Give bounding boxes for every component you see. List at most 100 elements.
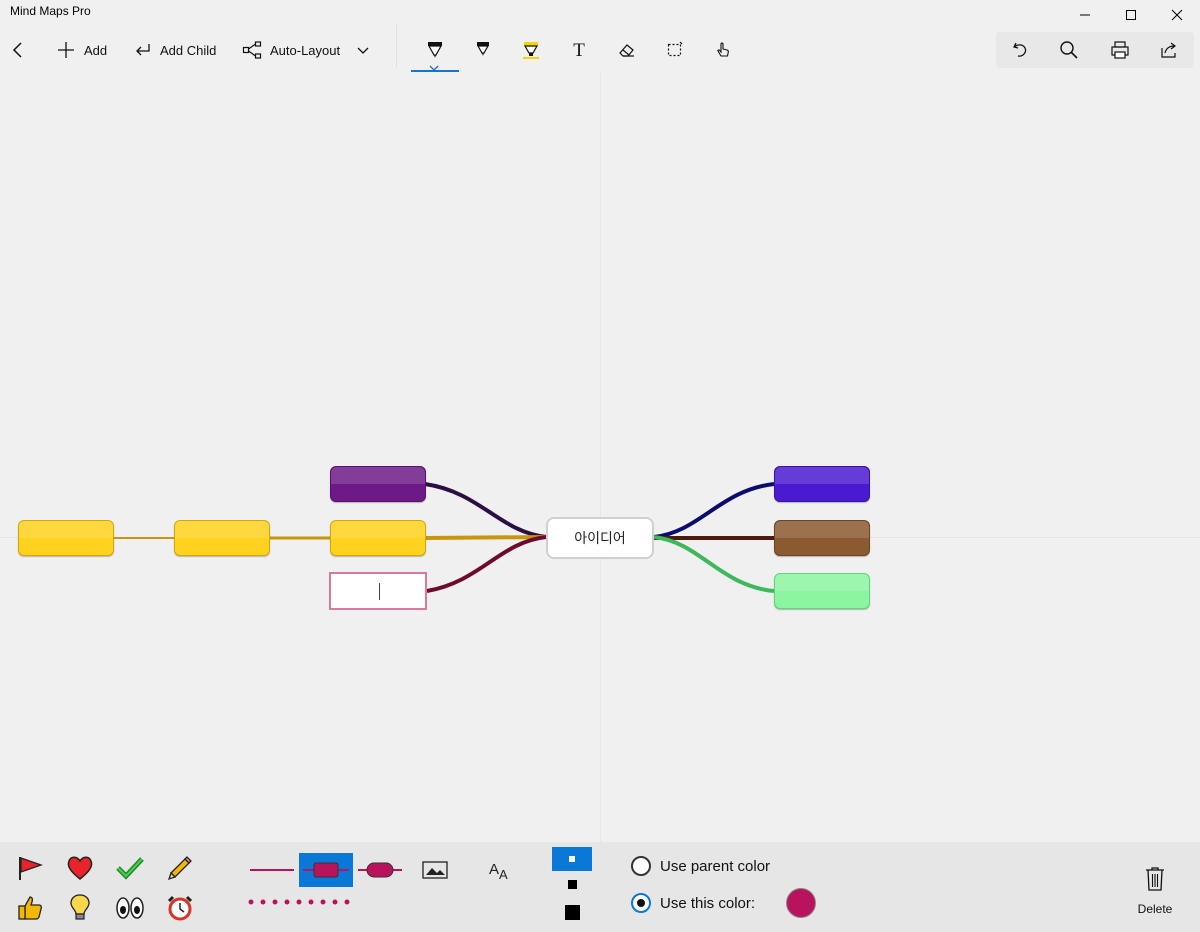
share-icon — [1161, 42, 1176, 58]
size-medium-square — [567, 879, 577, 889]
link-right-top — [653, 482, 775, 539]
dotted-line-icon — [248, 899, 350, 905]
delete-button[interactable]: Delete — [1132, 866, 1178, 922]
topic-node-left-purple[interactable] — [330, 466, 426, 502]
highlighter-icon — [523, 42, 539, 59]
rounded-box-line-icon — [358, 862, 402, 878]
auto-layout-button[interactable]: Auto-Layout — [242, 34, 340, 66]
pencil-tool-icon — [476, 42, 490, 56]
line-style-dotted[interactable] — [246, 898, 356, 906]
lightbulb-sticker[interactable] — [64, 892, 96, 924]
lasso-select-tool[interactable] — [651, 34, 699, 66]
eraser-icon — [619, 44, 634, 57]
subtopic-node-yellow-2[interactable] — [18, 520, 114, 556]
image-icon — [422, 861, 448, 879]
back-arrow-icon — [12, 42, 22, 58]
link-left-top — [424, 482, 547, 539]
check-icon — [116, 857, 144, 880]
pencil-sticker[interactable] — [164, 852, 196, 884]
size-small[interactable] — [552, 847, 592, 871]
use-this-color-radio[interactable] — [631, 893, 651, 913]
heart-icon — [67, 856, 93, 880]
svg-text:A: A — [489, 861, 499, 878]
thumbs-up-icon — [18, 896, 43, 920]
lightbulb-icon — [70, 894, 90, 920]
trash-icon — [1146, 867, 1164, 891]
heart-sticker[interactable] — [64, 852, 96, 884]
mind-map-canvas[interactable]: 아이디어 — [0, 72, 1200, 842]
topic-node-right-indigo[interactable] — [774, 466, 870, 502]
auto-layout-dropdown[interactable] — [356, 34, 374, 66]
search-icon — [1060, 41, 1078, 59]
app-title: Mind Maps Pro — [10, 4, 91, 18]
share-button[interactable] — [1147, 34, 1191, 66]
svg-text:T: T — [573, 40, 585, 60]
search-button[interactable] — [1047, 34, 1091, 66]
topic-node-right-brown[interactable] — [774, 520, 870, 556]
size-large-square — [564, 904, 580, 920]
check-sticker[interactable] — [114, 852, 146, 884]
topic-node-editing[interactable] — [329, 572, 427, 610]
link-right-bottom — [653, 535, 775, 593]
size-medium[interactable] — [552, 874, 592, 894]
topic-node-right-green[interactable] — [774, 573, 870, 609]
subtopic-node-yellow-1[interactable] — [174, 520, 270, 556]
rect-box-line-icon — [303, 862, 349, 878]
insert-image-button[interactable] — [420, 856, 450, 884]
color-picker-swatch[interactable] — [786, 888, 816, 918]
add-child-button[interactable]: Add Child — [134, 34, 216, 66]
auto-layout-icon — [242, 41, 262, 59]
size-large[interactable] — [552, 900, 592, 924]
auto-layout-label: Auto-Layout — [270, 42, 341, 58]
touch-hand-icon — [717, 42, 729, 57]
text-caret — [379, 583, 380, 600]
line-style-plain[interactable] — [250, 860, 294, 880]
connector-lines — [113, 482, 775, 593]
alarm-clock-sticker[interactable] — [164, 892, 196, 924]
use-parent-color-option[interactable]: Use parent color — [631, 854, 770, 878]
lasso-select-icon — [667, 41, 683, 57]
undo-icon — [1013, 42, 1027, 57]
title-bar: Mind Maps Pro — [0, 0, 1200, 30]
plus-icon — [58, 42, 74, 58]
font-button[interactable]: A A — [484, 856, 516, 884]
size-small-square — [569, 856, 575, 862]
delete-label: Delete — [1137, 902, 1173, 916]
text-icon: T — [573, 40, 585, 60]
close-button[interactable] — [1154, 0, 1200, 30]
central-topic-node[interactable]: 아이디어 — [546, 517, 654, 559]
pencil-icon — [167, 856, 192, 881]
thumbs-up-sticker[interactable] — [14, 892, 46, 924]
add-label: Add — [84, 42, 108, 58]
print-icon — [1111, 41, 1129, 59]
link-left-middle — [424, 535, 547, 540]
action-group — [996, 32, 1194, 68]
flag-sticker[interactable] — [14, 852, 46, 884]
eyes-icon — [116, 897, 144, 919]
add-button[interactable]: Add — [56, 34, 107, 66]
pencil-tool[interactable] — [459, 34, 507, 66]
touch-writing-tool[interactable] — [699, 34, 747, 66]
minimize-button[interactable] — [1062, 0, 1108, 30]
eyes-sticker[interactable] — [114, 892, 146, 924]
ballpoint-pen-icon — [427, 42, 443, 58]
use-parent-color-radio[interactable] — [631, 856, 651, 876]
app-window: Mind Maps Pro Add Add Child Auto-Layout … — [0, 0, 1200, 932]
topic-node-left-yellow[interactable] — [330, 520, 426, 556]
print-button[interactable] — [1098, 34, 1142, 66]
use-this-color-option[interactable]: Use this color: — [631, 891, 755, 915]
svg-text:A: A — [499, 867, 508, 881]
line-style-rect-box[interactable] — [299, 853, 353, 887]
highlighter-tool[interactable] — [507, 34, 555, 66]
text-tool[interactable]: T — [555, 34, 603, 66]
enter-arrow-icon — [136, 44, 150, 56]
format-panel: A A Use parent color Use this color: Del… — [0, 842, 1200, 932]
undo-button[interactable] — [998, 34, 1042, 66]
eraser-tool[interactable] — [603, 34, 651, 66]
central-topic-text: 아이디어 — [574, 531, 626, 547]
chevron-down-icon — [357, 47, 369, 54]
line-style-rounded-box[interactable] — [358, 856, 402, 884]
maximize-button[interactable] — [1108, 0, 1154, 30]
font-icon: A A — [489, 861, 508, 881]
back-button[interactable] — [10, 34, 34, 66]
